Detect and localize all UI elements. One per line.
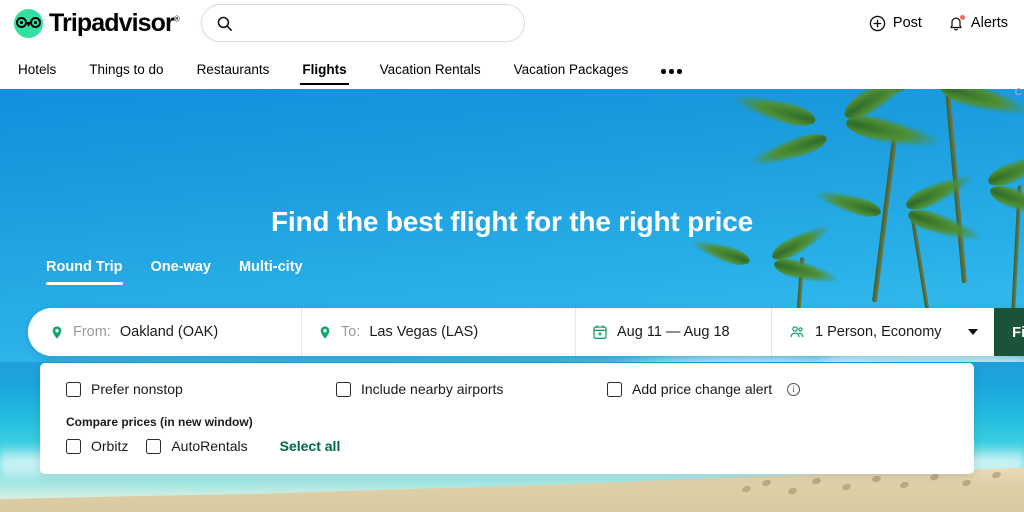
ellipsis-dot [669,69,674,74]
nav-item-hotels[interactable]: Hotels [18,62,56,89]
alerts-button[interactable]: Alerts [948,14,1008,32]
provider-orbitz-option[interactable]: Orbitz [66,438,128,454]
brand-name: Tripadvisor [49,8,175,37]
nav-item-flights[interactable]: Flights [300,62,349,89]
compare-prices-title: Compare prices (in new window) [66,415,253,429]
hero-headline: Find the best flight for the right price [271,206,753,237]
trip-type-tabs: Round Trip One-way Multi-city [46,259,303,288]
trip-tab-multi-city[interactable]: Multi-city [239,259,303,288]
prefer-nonstop-label: Prefer nonstop [91,381,183,397]
clipped-edge-text: C [1014,87,1022,98]
tripadvisor-logo[interactable]: Tripadvisor® [14,8,180,38]
palm-frond [730,89,819,133]
trip-tab-one-way[interactable]: One-way [151,259,211,288]
passengers-class-field[interactable]: 1 Person, Economy [772,308,994,356]
map-pin-icon [52,325,62,339]
ellipsis-dot [661,69,666,74]
price-change-alert-checkbox[interactable] [607,381,622,397]
footprint [899,480,910,490]
include-nearby-airports-label: Include nearby airports [361,381,504,397]
palm-frond [771,254,841,290]
destination-label: To: [341,324,361,340]
header-top-bar: Tripadvisor® Post Alerts [0,0,1024,46]
destination-field[interactable]: To: Las Vegas (LAS) [302,308,576,356]
compare-providers-row: Orbitz AutoRentals Select all [66,438,950,454]
owl-right-eye [29,17,41,28]
hero-section: Find the best flight for the right price… [0,89,1024,512]
include-nearby-airports-option[interactable]: Include nearby airports [336,381,607,397]
origin-value: Oakland (OAK) [119,324,219,340]
palm-frond [689,234,753,271]
search-options-panel: Prefer nonstop Include nearby airports A… [40,363,974,474]
nav-item-vacation-packages[interactable]: Vacation Packages [514,62,629,89]
map-pin-icon [320,325,330,339]
provider-autorentals-checkbox[interactable] [146,438,162,454]
nav-item-things-to-do[interactable]: Things to do [89,62,163,89]
footprint [871,474,882,484]
prefer-nonstop-option[interactable]: Prefer nonstop [66,381,336,397]
flight-search-bar: From: Oakland (OAK) To: Las Vegas (LAS) … [28,308,1024,356]
footprint [841,482,852,492]
ellipsis-dot [677,69,683,74]
price-change-alert-option[interactable]: Add price change alert i [607,381,801,397]
plus-circle-icon [869,15,886,31]
alerts-notification-badge [959,14,965,20]
footprint [961,478,972,488]
bell-icon-wrap [948,14,965,32]
post-button[interactable]: Post [869,15,922,32]
dates-field[interactable]: Aug 11 — Aug 18 [576,308,772,356]
select-all-link[interactable]: Select all [280,438,341,454]
tripadvisor-owl-icon [14,8,43,38]
palm-frond [747,127,830,174]
provider-orbitz-label: Orbitz [91,438,129,454]
passengers-class-value: 1 Person, Economy [815,324,942,340]
calendar-icon [593,325,607,339]
provider-autorentals-option[interactable]: AutoRentals [146,438,248,454]
options-checkbox-row: Prefer nonstop Include nearby airports A… [66,381,950,397]
owl-left-eye [16,17,28,28]
prefer-nonstop-checkbox[interactable] [66,381,81,397]
footprint [741,484,752,494]
footprint [929,472,940,482]
footprint [787,486,798,496]
global-search-box[interactable] [200,4,525,42]
primary-nav: Hotels Things to do Restaurants Flights … [0,46,1024,89]
info-circle-icon[interactable]: i [787,382,801,396]
dates-value: Aug 11 — Aug 18 [617,324,730,340]
include-nearby-airports-checkbox[interactable] [336,381,351,397]
brand-registered-mark: ® [173,14,180,24]
price-change-alert-label: Add price change alert [632,381,773,397]
footprint [811,476,822,486]
destination-value: Las Vegas (LAS) [369,324,479,340]
chevron-down-icon [968,329,978,335]
post-label: Post [892,15,922,31]
trip-tab-round-trip[interactable]: Round Trip [46,259,123,288]
site-header: Tripadvisor® Post Alerts Hotels Things t… [0,0,1024,89]
brand-wordmark: Tripadvisor® [49,8,180,37]
people-icon [790,326,804,338]
footprint [761,478,772,488]
provider-orbitz-checkbox[interactable] [66,438,81,454]
search-icon [217,16,232,31]
origin-field[interactable]: From: Oakland (OAK) [28,308,302,356]
ellipsis-icon[interactable] [661,69,683,89]
nav-item-vacation-rentals[interactable]: Vacation Rentals [380,62,481,89]
footprint [991,470,1002,480]
search-input[interactable] [242,15,510,31]
nav-item-restaurants[interactable]: Restaurants [197,62,270,89]
header-actions: Post Alerts [869,14,1008,32]
provider-autorentals-label: AutoRentals [171,438,248,454]
alerts-label: Alerts [970,15,1008,31]
find-flights-button[interactable]: Find flights [994,308,1024,356]
origin-label: From: [73,324,111,340]
